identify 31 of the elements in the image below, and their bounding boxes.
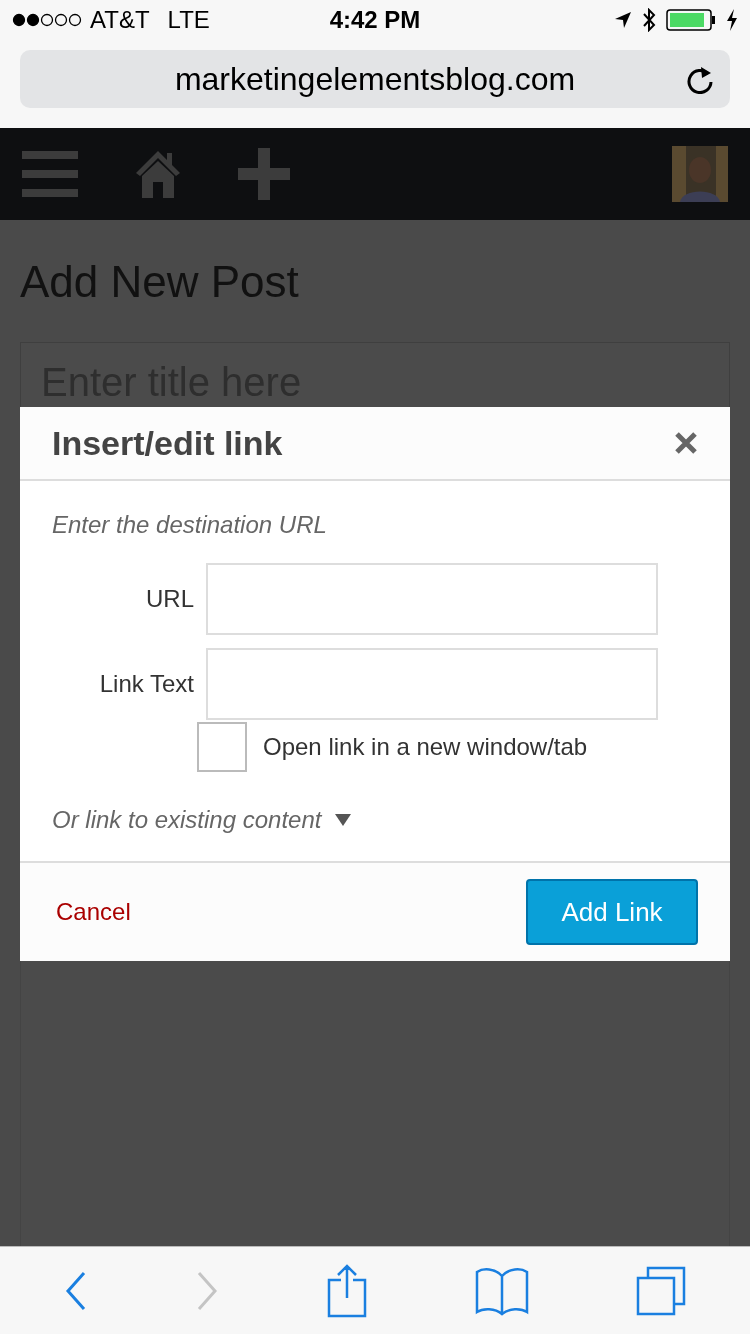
existing-content-toggle[interactable]: Or link to existing content (52, 802, 352, 838)
signal-icon (12, 13, 82, 27)
url-text: marketingelementsblog.com (174, 60, 576, 99)
input-field[interactable] (206, 563, 658, 635)
hint-text: Enter the destination URL (52, 510, 328, 540)
bluetooth-icon (642, 8, 656, 32)
battery-icon (666, 9, 716, 31)
page-heading: Add New Post (20, 260, 300, 304)
checkbox[interactable] (197, 722, 247, 772)
menu-icon[interactable] (22, 149, 78, 199)
home-icon[interactable] (134, 149, 182, 199)
location-icon (614, 11, 632, 29)
back-icon[interactable] (63, 1270, 88, 1311)
carrier: AT&T (90, 5, 150, 35)
checkbox-label: Open link in a new window/tab (263, 732, 588, 762)
input-field[interactable] (206, 648, 658, 720)
clock: 4:42 PM (329, 5, 421, 35)
close-icon[interactable] (674, 431, 698, 455)
tabs-icon[interactable] (636, 1265, 687, 1316)
address-bar[interactable]: marketingelementsblog.com (20, 50, 730, 108)
plus-icon[interactable] (238, 148, 290, 200)
dialog-title: Insert/edit link (52, 422, 284, 464)
triangle-icon (335, 814, 352, 826)
reload-icon[interactable] (686, 64, 714, 94)
charging-icon (726, 9, 738, 31)
field-label: Link Text (98, 669, 195, 699)
book-icon[interactable] (474, 1265, 529, 1316)
share-icon[interactable] (327, 1263, 367, 1318)
network-type: LTE (167, 5, 210, 35)
cancel-link[interactable]: Cancel (56, 894, 526, 930)
field-label: URL (145, 584, 195, 614)
